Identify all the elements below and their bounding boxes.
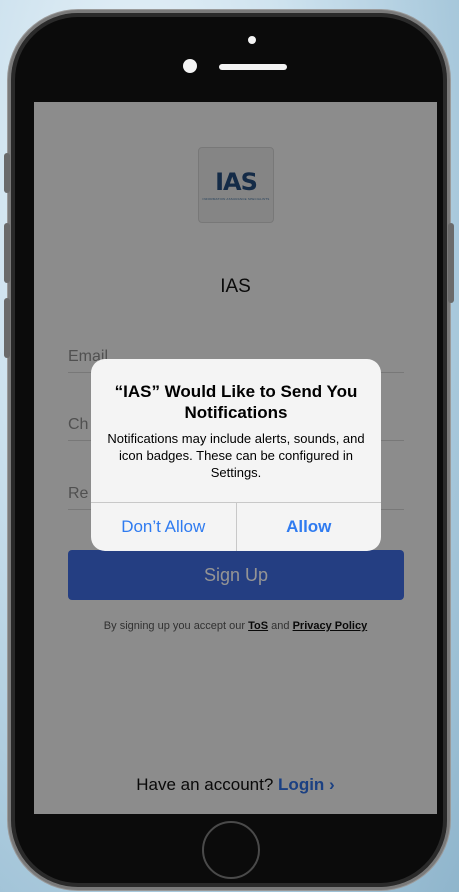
earpiece-speaker	[219, 64, 287, 70]
alert-title: “IAS” Would Like to Send You Notificatio…	[114, 382, 358, 422]
volume-up-button	[4, 223, 10, 283]
home-button[interactable]	[202, 821, 260, 879]
notification-permission-alert: “IAS” Would Like to Send You Notificatio…	[91, 359, 381, 551]
side-button	[4, 153, 10, 193]
alert-message: Notifications may include alerts, sounds…	[107, 431, 365, 480]
app-screen: IAS INFORMATION ASSURANCE SPECIALISTS IA…	[34, 102, 437, 814]
alert-actions: Don’t Allow Allow	[91, 502, 381, 551]
allow-button[interactable]: Allow	[235, 503, 382, 551]
power-button	[448, 223, 454, 303]
dont-allow-button[interactable]: Don’t Allow	[91, 503, 236, 551]
front-camera	[183, 59, 197, 73]
volume-down-button	[4, 298, 10, 358]
proximity-sensor	[248, 36, 256, 44]
